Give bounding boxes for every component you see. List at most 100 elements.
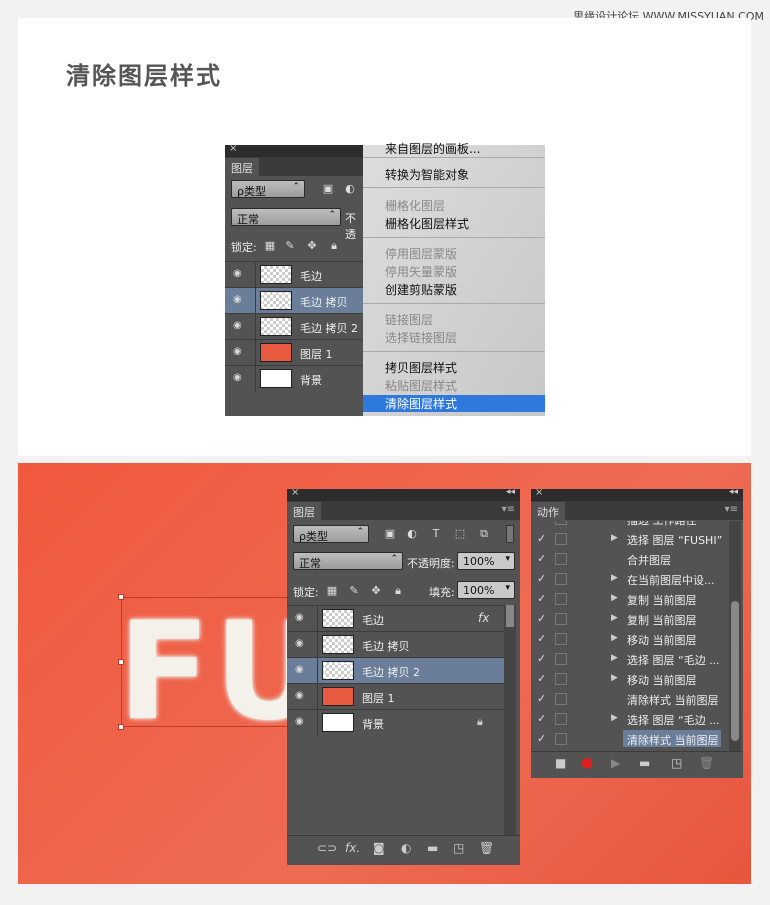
tab-layers[interactable]: 图层 — [225, 158, 259, 176]
opacity-field[interactable]: 100% ▾ — [457, 552, 515, 570]
add-style-icon[interactable]: fx. — [345, 841, 360, 855]
dialog-toggle-box[interactable] — [555, 553, 567, 565]
visibility-eye-icon[interactable]: ◉ — [295, 691, 311, 701]
check-icon[interactable]: ✓ — [537, 521, 546, 525]
layer-row[interactable]: ◉ 毛边 拷贝 — [287, 631, 504, 658]
dialog-toggle-box[interactable] — [555, 533, 567, 545]
menu-item[interactable]: 来自图层的画板... — [385, 140, 480, 157]
layer-row[interactable]: ◉ 毛边 — [287, 605, 504, 632]
blend-mode-select[interactable]: 正常 ⌃ — [293, 552, 403, 570]
dialog-toggle-box[interactable] — [555, 733, 567, 745]
check-icon[interactable]: ✓ — [537, 652, 546, 665]
filter-select[interactable]: ρ类型 ⌃ — [293, 525, 369, 543]
new-group-icon[interactable]: ▬ — [427, 841, 438, 855]
lock-all-icon[interactable]: 🔒︎ — [391, 584, 405, 598]
dialog-toggle-box[interactable] — [555, 713, 567, 725]
layer-row[interactable]: ◉ 背景 — [225, 365, 365, 392]
shape-filter-icon[interactable]: ⬚ — [453, 527, 467, 541]
visibility-eye-icon[interactable]: ◉ — [233, 295, 249, 305]
scrollbar[interactable] — [729, 521, 741, 751]
expand-triangle-icon[interactable]: ▶ — [611, 573, 618, 583]
filter-toggle[interactable] — [506, 525, 514, 543]
visibility-eye-icon[interactable]: ◉ — [233, 347, 249, 357]
visibility-eye-icon[interactable]: ◉ — [233, 373, 249, 383]
adjustment-filter-icon[interactable]: ◐ — [405, 527, 419, 541]
dialog-toggle-box[interactable] — [555, 693, 567, 705]
new-layer-icon[interactable]: ◳ — [453, 841, 464, 855]
layer-thumbnail[interactable] — [260, 317, 292, 336]
dialog-toggle-box[interactable] — [555, 633, 567, 645]
record-icon[interactable]: ● — [581, 755, 593, 771]
layer-thumbnail[interactable] — [260, 291, 292, 310]
action-item[interactable]: ✓ 清除样式 当前图层 — [531, 689, 725, 709]
scrollbar[interactable] — [504, 605, 516, 835]
visibility-eye-icon[interactable]: ◉ — [295, 613, 311, 623]
panel-menu-icon[interactable]: ▾≡ — [502, 504, 515, 515]
adjustment-layer-icon[interactable]: ◐ — [401, 841, 411, 855]
expand-triangle-icon[interactable]: ▶ — [611, 633, 618, 643]
menu-item[interactable]: 清除图层样式 — [363, 395, 545, 412]
layer-row[interactable]: ◉ 图层 1 — [225, 339, 365, 366]
check-icon[interactable]: ✓ — [537, 732, 546, 745]
action-item[interactable]: ✓ ▶ 描边 工作路径 — [531, 521, 725, 529]
type-filter-icon[interactable]: T — [429, 527, 443, 541]
filter-select[interactable]: ρ类型 ⌃ — [231, 180, 305, 198]
check-icon[interactable]: ✓ — [537, 672, 546, 685]
dialog-toggle-box[interactable] — [555, 521, 567, 525]
check-icon[interactable]: ✓ — [537, 692, 546, 705]
expand-triangle-icon[interactable]: ▶ — [611, 713, 618, 723]
action-item[interactable]: ✓ ▶ 复制 当前图层 — [531, 589, 725, 609]
dialog-toggle-box[interactable] — [555, 593, 567, 605]
new-set-icon[interactable]: ▬ — [639, 756, 650, 770]
expand-triangle-icon[interactable]: ▶ — [611, 593, 618, 603]
add-mask-icon[interactable]: ◙ — [373, 841, 385, 855]
menu-item[interactable]: 拷贝图层样式 — [385, 359, 457, 376]
tab-actions[interactable]: 动作 — [531, 502, 565, 520]
play-icon[interactable]: ▶ — [611, 756, 620, 770]
layer-row[interactable]: ◉ 图层 1 — [287, 683, 504, 710]
visibility-eye-icon[interactable]: ◉ — [295, 639, 311, 649]
lock-move-icon[interactable]: ✥ — [369, 584, 383, 598]
check-icon[interactable]: ✓ — [537, 632, 546, 645]
layer-row[interactable]: ◉ 毛边 拷贝 2 — [225, 313, 365, 340]
action-item[interactable]: ✓ ▶ 选择 图层 “毛边 ... — [531, 709, 725, 729]
layer-row[interactable]: ◉ 背景 🔒︎ — [287, 709, 504, 736]
action-item[interactable]: ✓ ▶ 移动 当前图层 — [531, 669, 725, 689]
layer-row[interactable]: ◉ 毛边 拷贝 2 — [287, 657, 504, 684]
visibility-eye-icon[interactable]: ◉ — [233, 269, 249, 279]
fill-field[interactable]: 100% ▾ — [457, 581, 515, 599]
new-action-icon[interactable]: ◳ — [671, 756, 682, 770]
smart-object-filter-icon[interactable]: ⧉ — [477, 527, 491, 541]
collapse-icon[interactable]: ◂◂ — [729, 487, 738, 497]
stop-icon[interactable]: ■ — [555, 756, 566, 770]
visibility-eye-icon[interactable]: ◉ — [233, 321, 249, 331]
action-item[interactable]: ✓ ▶ 移动 当前图层 — [531, 629, 725, 649]
check-icon[interactable]: ✓ — [537, 572, 546, 585]
lock-brush-icon[interactable]: ✎ — [283, 239, 297, 253]
close-icon[interactable]: × — [535, 487, 543, 498]
expand-triangle-icon[interactable]: ▶ — [611, 521, 618, 523]
transform-handle[interactable] — [118, 594, 124, 600]
expand-triangle-icon[interactable]: ▶ — [611, 533, 618, 543]
layer-thumbnail[interactable] — [322, 661, 354, 680]
action-item[interactable]: ✓ 合并图层 — [531, 549, 725, 569]
lock-transparent-icon[interactable]: ▦ — [325, 584, 339, 598]
action-item[interactable]: ✓ ▶ 复制 当前图层 — [531, 609, 725, 629]
close-icon[interactable]: × — [291, 487, 299, 498]
layer-thumbnail[interactable] — [260, 369, 292, 388]
layer-thumbnail[interactable] — [322, 687, 354, 706]
layer-thumbnail[interactable] — [260, 265, 292, 284]
layer-thumbnail[interactable] — [260, 343, 292, 362]
lock-brush-icon[interactable]: ✎ — [347, 584, 361, 598]
expand-triangle-icon[interactable]: ▶ — [611, 653, 618, 663]
action-item[interactable]: ✓ 清除样式 当前图层 — [531, 729, 725, 749]
menu-item[interactable]: 栅格化图层样式 — [385, 215, 469, 232]
layer-row[interactable]: ◉ 毛边 拷贝 — [225, 287, 365, 314]
expand-triangle-icon[interactable]: ▶ — [611, 673, 618, 683]
image-filter-icon[interactable]: ▣ — [383, 527, 397, 541]
panel-menu-icon[interactable]: ▾≡ — [725, 504, 738, 515]
close-icon[interactable]: × — [229, 143, 237, 154]
layer-thumbnail[interactable] — [322, 635, 354, 654]
layer-thumbnail[interactable] — [322, 713, 354, 732]
dialog-toggle-box[interactable] — [555, 573, 567, 585]
